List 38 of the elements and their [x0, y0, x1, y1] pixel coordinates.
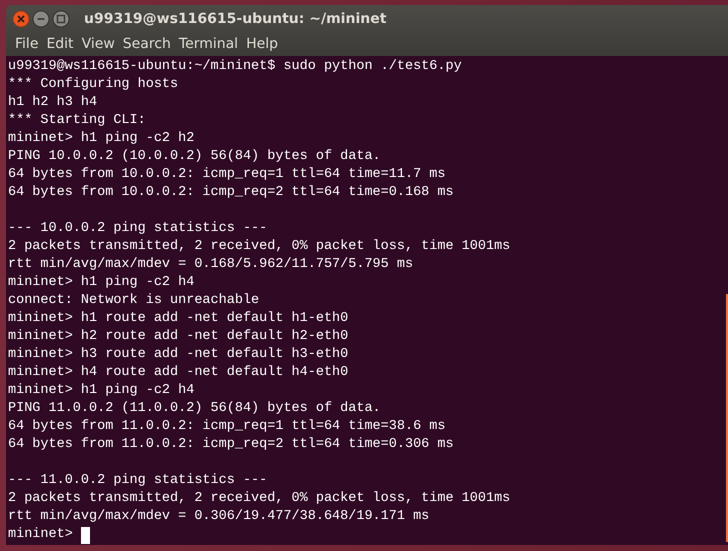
terminal-line: PING 11.0.0.2 (11.0.0.2) 56(84) bytes of data. [8, 400, 381, 418]
maximize-icon[interactable] [52, 10, 70, 28]
menu-item[interactable]: View [78, 36, 119, 52]
terminal-line: 64 bytes from 10.0.0.2: icmp_req=1 ttl=64 time=11.7 ms [8, 166, 446, 184]
menu-item[interactable]: Search [118, 36, 175, 52]
terminal-line: --- 11.0.0.2 ping statistics --- [8, 472, 268, 490]
terminal-area[interactable] [6, 56, 728, 545]
terminal-line: 64 bytes from 11.0.0.2: icmp_req=2 ttl=64 time=0.306 ms [8, 436, 454, 454]
terminal-line: 64 bytes from 11.0.0.2: icmp_req=1 ttl=64 time=38.6 ms [8, 418, 446, 436]
terminal-line: mininet> h1 ping -c2 h2 [8, 130, 194, 148]
terminal-line: connect: Network is unreachable [8, 292, 260, 310]
window-title: u99319@ws116615-ubuntu: ~/mininet [84, 10, 386, 26]
terminal-line: mininet> h3 route add -net default h3-eth0 [8, 346, 348, 364]
terminal-line: *** Starting CLI: [8, 112, 146, 130]
close-icon[interactable] [12, 10, 30, 28]
terminal-line: 64 bytes from 10.0.0.2: icmp_req=2 ttl=64 time=0.168 ms [8, 184, 454, 202]
terminal-prompt: mininet> [8, 526, 73, 544]
terminal-line: 2 packets transmitted, 2 received, 0% packet loss, time 1001ms [8, 238, 510, 256]
text-cursor [80, 526, 90, 544]
terminal-line: --- 10.0.0.2 ping statistics --- [8, 220, 268, 238]
minimize-icon[interactable] [32, 10, 50, 28]
terminal-line: mininet> h1 route add -net default h1-eth0 [8, 310, 348, 328]
terminal-line: rtt min/avg/max/mdev = 0.168/5.962/11.757/5.795 ms [8, 256, 414, 274]
terminal-line: 2 packets transmitted, 2 received, 0% packet loss, time 1001ms [8, 490, 510, 508]
scrollbar[interactable] [726, 294, 728, 542]
terminal-line: mininet> h1 ping -c2 h4 [8, 274, 194, 292]
menu-item[interactable]: Terminal [174, 36, 242, 52]
terminal-line: mininet> h2 route add -net default h2-eth0 [8, 328, 348, 346]
menu-item[interactable]: File [11, 36, 42, 52]
terminal-line: *** Configuring hosts [8, 76, 178, 94]
menu-item[interactable]: Edit [42, 36, 78, 52]
menu-item[interactable]: Help [242, 36, 282, 52]
terminal-line: u99319@ws116615-ubuntu:~/mininet$ sudo python ./test6.py [8, 58, 462, 76]
terminal-line: mininet> h1 ping -c2 h4 [8, 382, 194, 400]
terminal-line: PING 10.0.0.2 (10.0.0.2) 56(84) bytes of data. [8, 148, 381, 166]
terminal-line: h1 h2 h3 h4 [8, 94, 98, 112]
terminal-line: mininet> h4 route add -net default h4-eth0 [8, 364, 348, 382]
terminal-line: rtt min/avg/max/mdev = 0.306/19.477/38.648/19.171 ms [8, 508, 430, 526]
